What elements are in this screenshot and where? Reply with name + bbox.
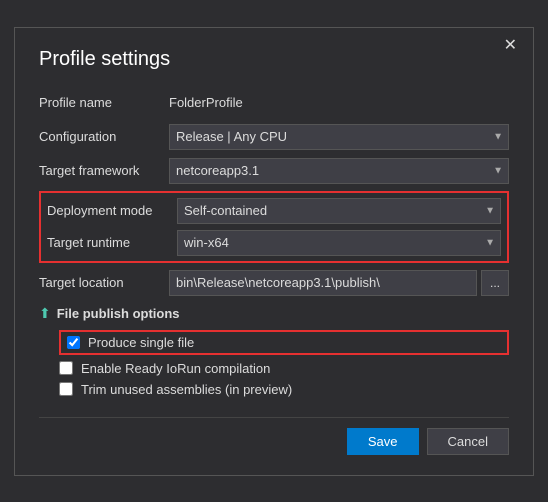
target-framework-row: Target framework netcoreapp3.1 ▼ (39, 157, 509, 185)
file-publish-section-header: ⬆ File publish options (39, 305, 509, 322)
target-location-row: Target location ... (39, 269, 509, 297)
deployment-mode-select-wrapper: Self-contained ▼ (177, 198, 501, 224)
cancel-button[interactable]: Cancel (427, 428, 509, 455)
configuration-select-wrapper: Release | Any CPU ▼ (169, 124, 509, 150)
target-location-input[interactable] (169, 270, 477, 296)
target-runtime-select-wrapper: win-x64 ▼ (177, 230, 501, 256)
enable-readyiorun-checkbox[interactable] (59, 361, 73, 375)
enable-readyiorun-label: Enable Ready IoRun compilation (81, 361, 270, 376)
target-runtime-label: Target runtime (47, 235, 177, 250)
file-publish-title: File publish options (57, 306, 180, 321)
target-framework-label: Target framework (39, 163, 169, 178)
configuration-select[interactable]: Release | Any CPU (169, 124, 509, 150)
configuration-row: Configuration Release | Any CPU ▼ (39, 123, 509, 151)
checkbox-group: Produce single file Enable Ready IoRun c… (59, 330, 509, 397)
produce-single-file-highlight: Produce single file (59, 330, 509, 355)
profile-settings-dialog: ✕ Profile settings Profile name FolderPr… (14, 27, 534, 476)
configuration-label: Configuration (39, 129, 169, 144)
deployment-mode-row: Deployment mode Self-contained ▼ (47, 197, 501, 225)
deployment-mode-label: Deployment mode (47, 203, 177, 218)
deployment-mode-select[interactable]: Self-contained (177, 198, 501, 224)
trim-assemblies-checkbox[interactable] (59, 382, 73, 396)
save-button[interactable]: Save (347, 428, 419, 455)
profile-name-value: FolderProfile (169, 95, 243, 110)
dialog-title: Profile settings (39, 48, 509, 71)
section-chevron-icon: ⬆ (39, 305, 51, 322)
target-location-label: Target location (39, 275, 169, 290)
deployment-highlight-box: Deployment mode Self-contained ▼ Target … (39, 191, 509, 263)
dialog-footer: Save Cancel (39, 417, 509, 455)
produce-single-file-checkbox[interactable] (67, 336, 80, 349)
enable-readyiorun-row: Enable Ready IoRun compilation (59, 361, 509, 376)
target-runtime-row: Target runtime win-x64 ▼ (47, 229, 501, 257)
profile-name-label: Profile name (39, 95, 169, 110)
target-runtime-select[interactable]: win-x64 (177, 230, 501, 256)
profile-name-row: Profile name FolderProfile (39, 89, 509, 117)
target-framework-select[interactable]: netcoreapp3.1 (169, 158, 509, 184)
target-framework-select-wrapper: netcoreapp3.1 ▼ (169, 158, 509, 184)
trim-assemblies-row: Trim unused assemblies (in preview) (59, 382, 509, 397)
produce-single-file-label: Produce single file (88, 335, 194, 350)
trim-assemblies-label: Trim unused assemblies (in preview) (81, 382, 292, 397)
browse-button[interactable]: ... (481, 270, 509, 296)
close-button[interactable]: ✕ (498, 36, 523, 56)
target-location-input-wrapper: ... (169, 270, 509, 296)
